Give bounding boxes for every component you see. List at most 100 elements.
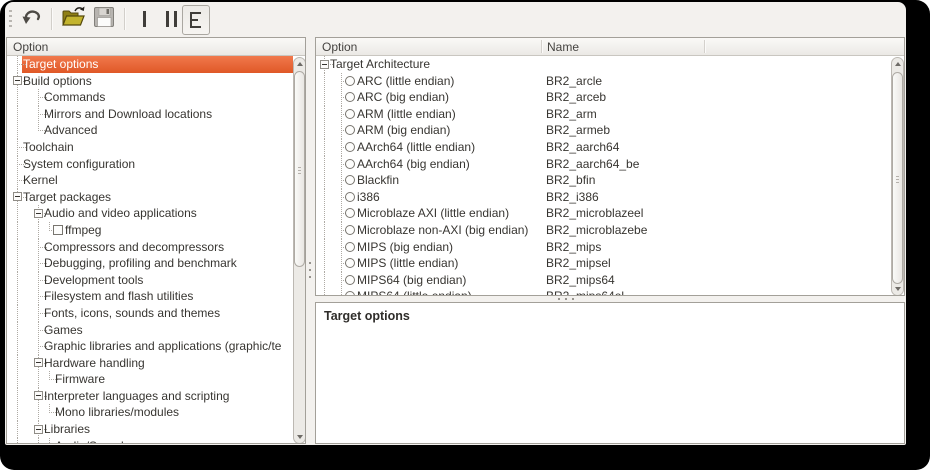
tree-item-label: Blackfin	[357, 172, 399, 189]
column-divider[interactable]	[541, 40, 543, 53]
tree-row[interactable]: ARM (little endian)BR2_arm	[316, 106, 891, 123]
tree-row[interactable]: Debugging, profiling and benchmark	[7, 255, 293, 272]
split-view-button[interactable]	[158, 5, 184, 33]
expander-collapse-box[interactable]	[13, 76, 22, 85]
tree-item-label: Audio/Sound	[55, 438, 124, 444]
tree-row[interactable]: Libraries	[7, 421, 293, 438]
radio-button-icon[interactable]	[345, 159, 355, 169]
tree-row[interactable]: AArch64 (big endian)BR2_aarch64_be	[316, 156, 891, 173]
tree-row[interactable]: ffmpeg	[7, 222, 293, 239]
tree-row[interactable]: i386BR2_i386	[316, 189, 891, 206]
tree-item-label: Interpreter languages and scripting	[44, 388, 229, 405]
toolbar-drag-handle[interactable]	[9, 10, 12, 28]
radio-button-icon[interactable]	[345, 242, 355, 252]
menu-tree-panel: Option Target optionsBuild optionsComman…	[6, 37, 306, 444]
tree-item-label: Microblaze AXI (little endian)	[357, 205, 509, 222]
tree-row[interactable]: System configuration	[7, 156, 293, 173]
tree-row[interactable]: Hardware handling	[7, 355, 293, 372]
tree-item-label: Libraries	[44, 421, 90, 438]
tree-guide-line	[341, 106, 342, 114]
tree-guide-line	[341, 122, 342, 130]
tree-row[interactable]: Games	[7, 322, 293, 339]
tree-guide-line	[324, 189, 325, 206]
tree-row[interactable]: MIPS64 (little endian)BR2_mips64el	[316, 288, 891, 296]
tree-row[interactable]: MIPS (big endian)BR2_mips	[316, 239, 891, 256]
tree-row[interactable]: Toolchain	[7, 139, 293, 156]
single-view-button[interactable]	[132, 5, 156, 33]
scrollbar-thumb[interactable]	[892, 72, 903, 284]
tree-row[interactable]: Graphic libraries and applications (grap…	[7, 338, 293, 355]
tree-item-label: Games	[44, 322, 83, 339]
tree-item-label: Microblaze non-AXI (big endian)	[357, 222, 528, 239]
tree-guide-line	[49, 404, 50, 412]
tree-row[interactable]: Audio and video applications	[7, 205, 293, 222]
vertical-splitter[interactable]	[306, 37, 315, 444]
radio-button-icon[interactable]	[345, 275, 355, 285]
expander-collapse-box[interactable]	[34, 391, 43, 400]
tree-row[interactable]: Kernel	[7, 172, 293, 189]
tree-row[interactable]: Microblaze AXI (little endian)BR2_microb…	[316, 205, 891, 222]
config-symbol-name: BR2_mipsel	[546, 255, 611, 272]
full-view-button[interactable]	[182, 5, 210, 35]
tree-row[interactable]: Build options	[7, 73, 293, 90]
tree-row[interactable]: ARC (little endian)BR2_arcle	[316, 73, 891, 90]
tree-row[interactable]: MIPS64 (big endian)BR2_mips64	[316, 272, 891, 289]
tree-row[interactable]: Compressors and decompressors	[7, 239, 293, 256]
tree-guide-line	[324, 288, 325, 296]
tree-row[interactable]: AArch64 (little endian)BR2_aarch64	[316, 139, 891, 156]
radio-button-icon[interactable]	[345, 208, 355, 218]
tree-row[interactable]: Mirrors and Download locations	[7, 106, 293, 123]
tree-row[interactable]: BlackfinBR2_bfin	[316, 172, 891, 189]
save-button[interactable]	[89, 5, 119, 33]
tree-row[interactable]: Target options	[7, 56, 293, 73]
checkbox-icon[interactable]	[53, 225, 63, 235]
tree-guide-line	[17, 122, 18, 139]
tree-row[interactable]: Microblaze non-AXI (big endian)BR2_micro…	[316, 222, 891, 239]
tree-row[interactable]: Firmware	[7, 371, 293, 388]
radio-button-icon[interactable]	[345, 258, 355, 268]
scroll-up-button[interactable]	[892, 58, 903, 70]
expander-collapse-box[interactable]	[13, 192, 22, 201]
radio-button-icon[interactable]	[345, 125, 355, 135]
options-vscrollbar[interactable]	[891, 57, 904, 296]
scroll-down-button[interactable]	[892, 283, 903, 295]
tree-row[interactable]: ARC (big endian)BR2_arceb	[316, 89, 891, 106]
tree-row[interactable]: Commands	[7, 89, 293, 106]
expander-collapse-box[interactable]	[34, 209, 43, 218]
radio-button-icon[interactable]	[345, 109, 355, 119]
tree-row[interactable]: Target packages	[7, 189, 293, 206]
scroll-up-button[interactable]	[294, 58, 305, 70]
tree-row[interactable]: ARM (big endian)BR2_armeb	[316, 122, 891, 139]
expander-collapse-box[interactable]	[34, 425, 43, 434]
tree-item-label: Target options	[23, 56, 98, 73]
config-symbol-name: BR2_mips64	[546, 272, 615, 289]
tree-row[interactable]: Advanced	[7, 122, 293, 139]
expander-collapse-box[interactable]	[34, 358, 43, 367]
radio-button-icon[interactable]	[345, 142, 355, 152]
radio-button-icon[interactable]	[345, 92, 355, 102]
tree-row[interactable]: Target Architecture	[316, 56, 891, 73]
tree-row[interactable]: Filesystem and flash utilities	[7, 288, 293, 305]
tree-guide-line	[38, 305, 39, 313]
expander-collapse-box[interactable]	[320, 60, 329, 69]
tree-guide-line	[324, 222, 325, 239]
tree-row[interactable]: MIPS (little endian)BR2_mipsel	[316, 255, 891, 272]
tree-row[interactable]: Interpreter languages and scripting	[7, 388, 293, 405]
radio-button-icon[interactable]	[345, 192, 355, 202]
open-button[interactable]	[58, 5, 88, 33]
tree-row[interactable]: Development tools	[7, 272, 293, 289]
scroll-down-button[interactable]	[294, 431, 305, 443]
column-divider[interactable]	[704, 40, 706, 53]
radio-button-icon[interactable]	[345, 76, 355, 86]
menu-tree-vscrollbar[interactable]	[293, 57, 306, 444]
tree-row[interactable]: Audio/Sound	[7, 438, 293, 444]
undo-button[interactable]	[15, 5, 47, 33]
tree-guide-line	[38, 97, 39, 106]
tree-row[interactable]: Mono libraries/modules	[7, 404, 293, 421]
tree-item-label: Hardware handling	[44, 355, 145, 372]
tree-row[interactable]: Fonts, icons, sounds and themes	[7, 305, 293, 322]
scrollbar-thumb[interactable]	[294, 71, 305, 267]
tree-guide-line	[38, 322, 39, 330]
radio-button-icon[interactable]	[345, 225, 355, 235]
radio-button-icon[interactable]	[345, 175, 355, 185]
